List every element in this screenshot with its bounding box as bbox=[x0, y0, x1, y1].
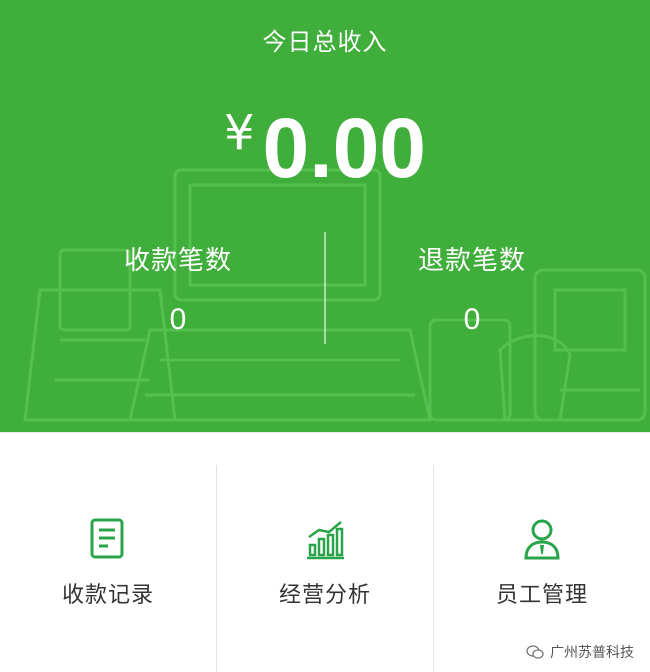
menu-item-label: 员工管理 bbox=[495, 583, 588, 608]
stats-divider bbox=[324, 232, 326, 344]
amount-value: 0.00 bbox=[262, 101, 427, 195]
bar-chart-icon bbox=[307, 521, 344, 560]
watermark-text: 广州苏普科技 bbox=[550, 645, 634, 661]
menu-item-payment-records[interactable]: 收款记录 bbox=[0, 473, 216, 653]
staff-user-icon bbox=[524, 519, 560, 560]
payment-count-value: 0 bbox=[169, 303, 187, 336]
refund-count-label: 退款笔数 bbox=[417, 246, 526, 276]
menu-item-staff-management[interactable]: 员工管理 bbox=[434, 473, 650, 653]
total-income-amount: ¥0.00 bbox=[0, 100, 650, 197]
receipt-list-icon bbox=[90, 518, 124, 559]
refund-count-value: 0 bbox=[463, 303, 481, 336]
source-watermark: 广州苏普科技 bbox=[526, 642, 634, 662]
payment-count-stat: 收款笔数 0 bbox=[78, 240, 278, 337]
menu-item-business-analysis[interactable]: 经营分析 bbox=[217, 473, 433, 653]
income-summary-panel: 今日总收入 ¥0.00 收款笔数 0 退款笔数 0 bbox=[0, 0, 650, 432]
function-menu: 收款记录 经营分析 员工管理 广州苏普科技 bbox=[0, 432, 650, 672]
today-total-income-title: 今日总收入 bbox=[262, 28, 388, 56]
menu-item-label: 经营分析 bbox=[278, 583, 371, 608]
payment-count-label: 收款笔数 bbox=[123, 246, 232, 276]
wechat-icon bbox=[526, 645, 544, 659]
menu-item-label: 收款记录 bbox=[61, 583, 154, 608]
pos-terminal-background-illustration bbox=[23, 168, 647, 422]
refund-count-stat: 退款笔数 0 bbox=[372, 240, 572, 337]
currency-symbol: ¥ bbox=[223, 105, 255, 161]
